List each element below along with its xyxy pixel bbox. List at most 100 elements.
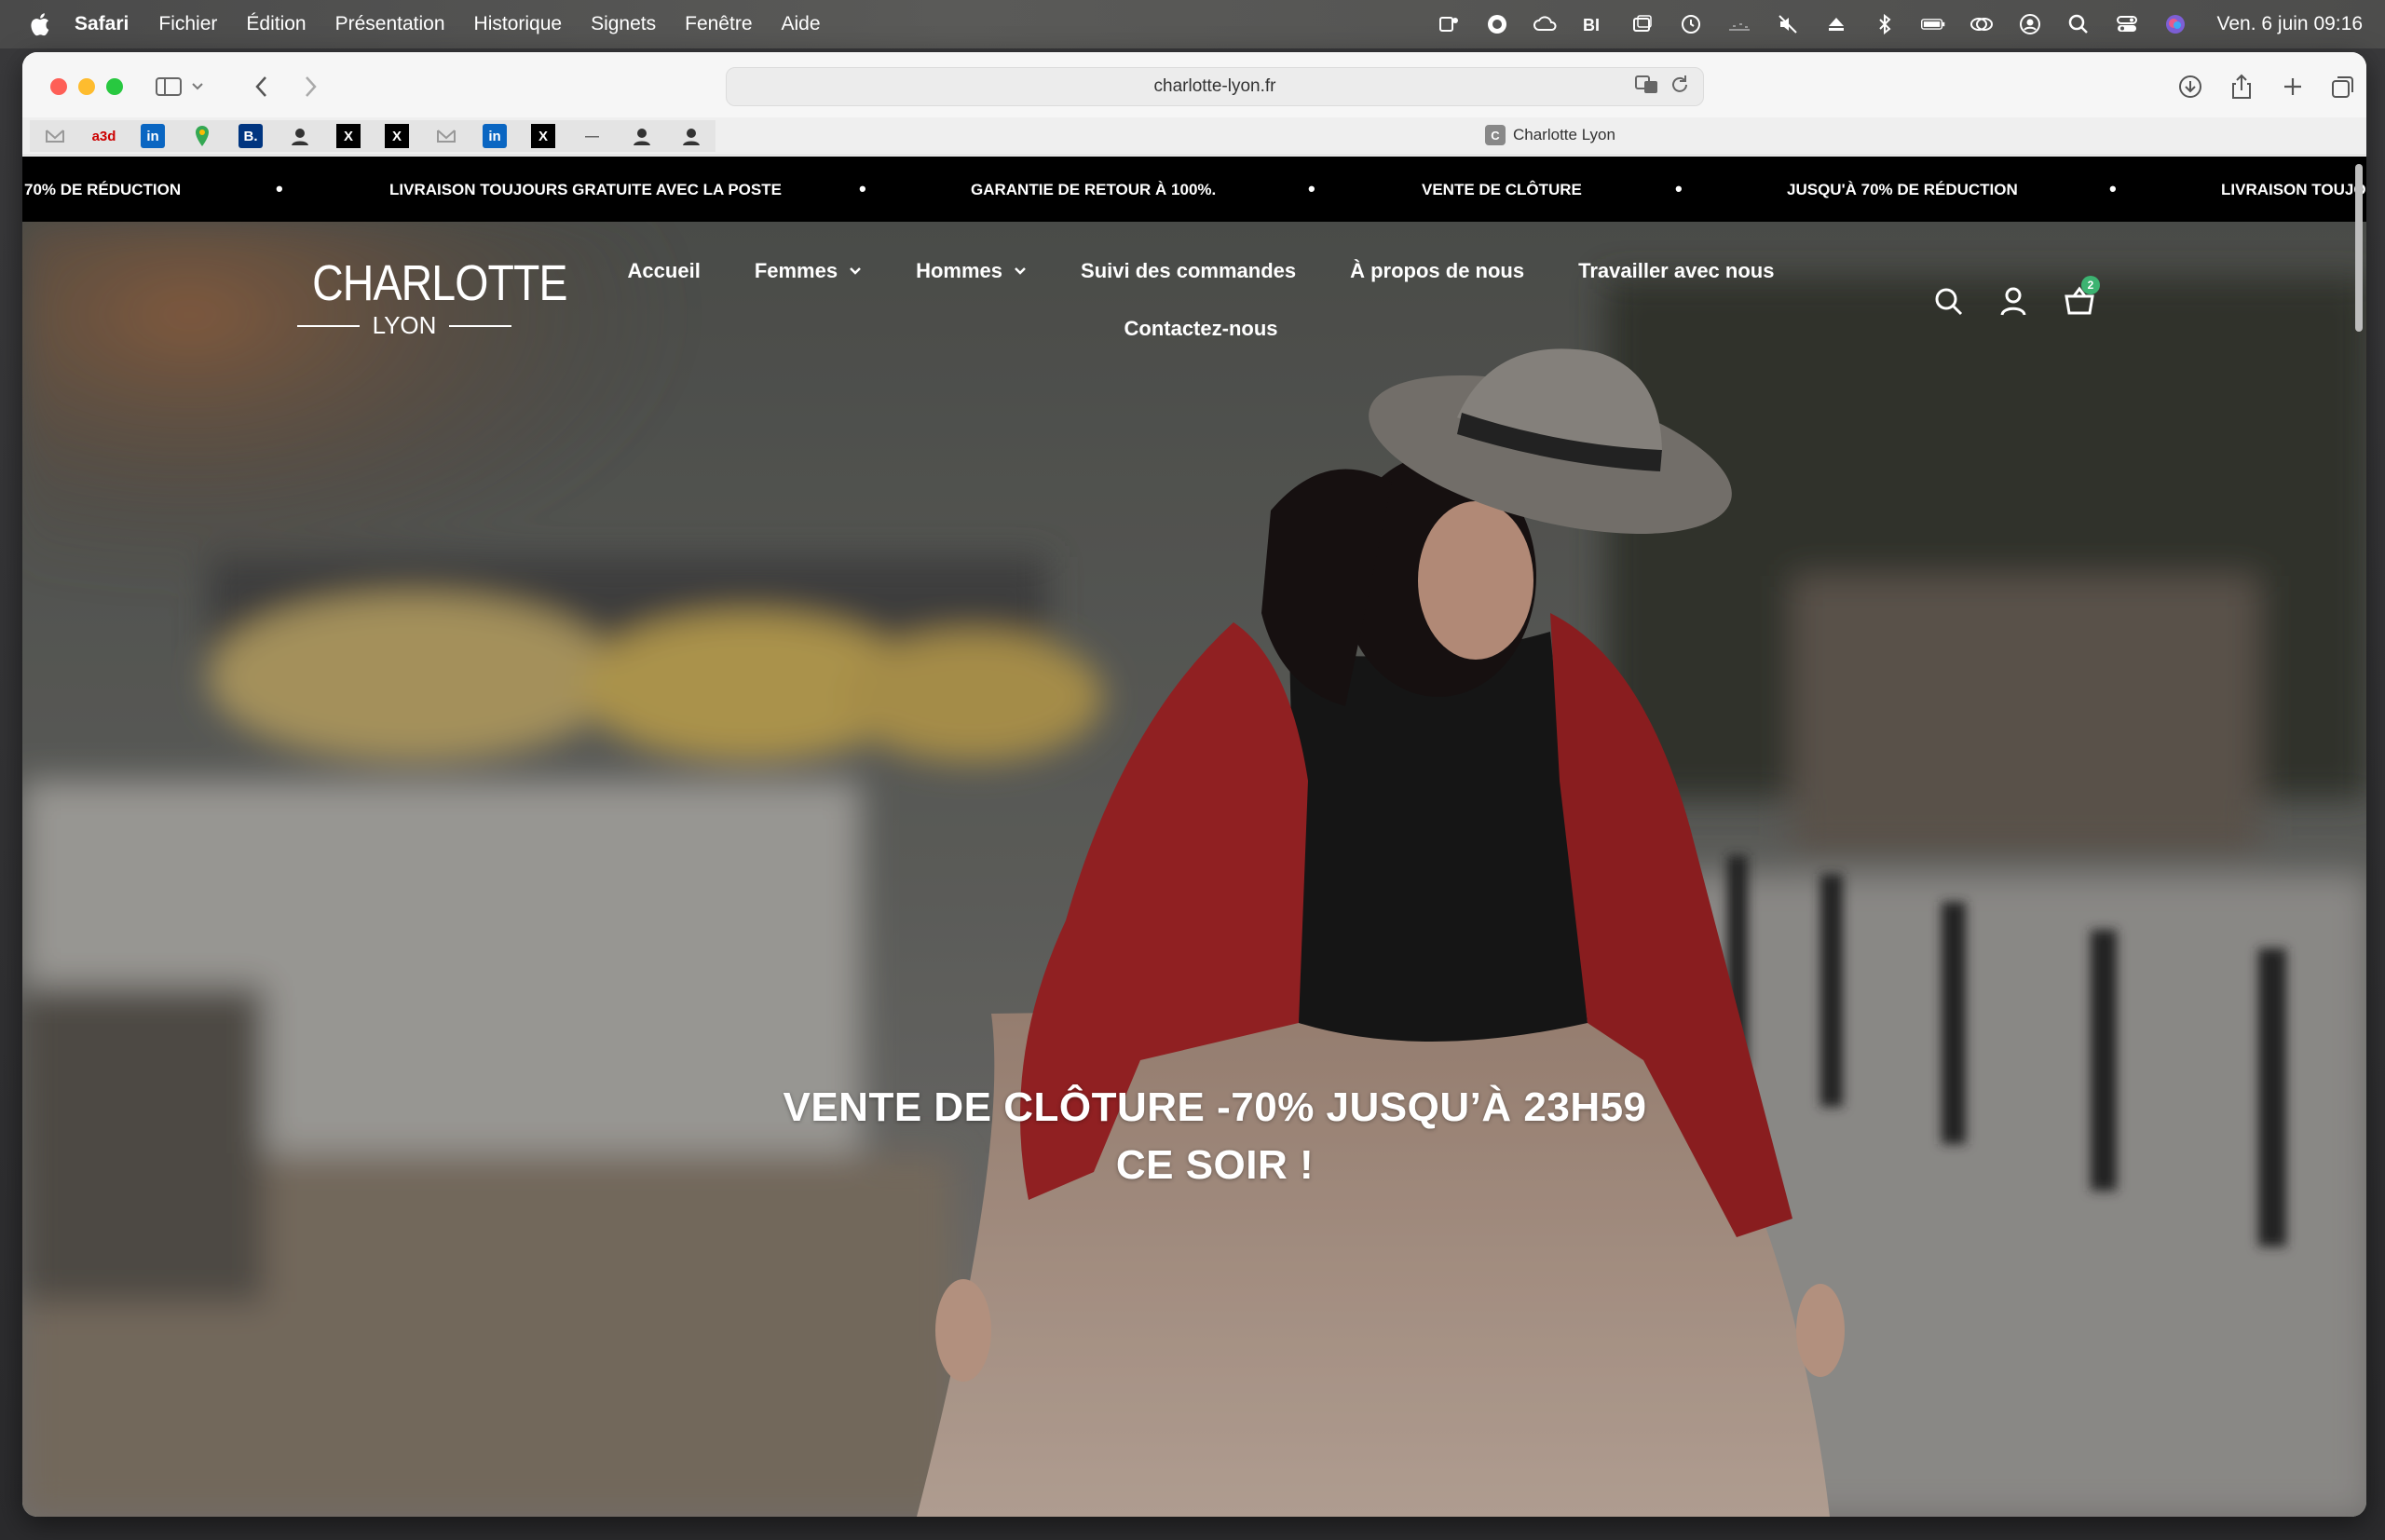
hero-heading-line1: VENTE DE CLÔTURE -70% JUSQU’À 23H59 <box>783 1084 1647 1130</box>
favorite-a3d[interactable]: a3d <box>79 120 129 152</box>
logo-divider-right <box>449 324 511 327</box>
menu-historique[interactable]: Historique <box>474 13 563 35</box>
favorite-x[interactable]: X <box>336 124 361 148</box>
favorite-linkedin-2[interactable]: in <box>483 124 507 148</box>
nav-accueil-label: Accueil <box>627 259 701 282</box>
menu-fichier[interactable]: Fichier <box>158 13 217 35</box>
announcement-bar: 70% DE RÉDUCTION • LIVRAISON TOUJOURS GR… <box>22 157 2366 222</box>
battery-icon[interactable] <box>1920 12 1945 36</box>
favorite-x-3[interactable]: X <box>531 124 555 148</box>
time-machine-icon[interactable] <box>1679 12 1703 36</box>
favorite-booking[interactable]: B. <box>238 124 263 148</box>
siri-icon[interactable] <box>2163 12 2187 36</box>
announcement-item: JUSQU'À 70% DE RÉDUCTION <box>1787 181 2018 198</box>
eject-icon[interactable] <box>1824 12 1848 36</box>
announcement-separator: • <box>2109 177 2117 200</box>
header-actions: 2 <box>1932 276 2100 317</box>
mute-icon[interactable] <box>1776 12 1800 36</box>
logo-main-text: CHARLOTTE <box>312 255 567 311</box>
new-tab-icon[interactable] <box>2277 71 2309 102</box>
menu-fenetre[interactable]: Fenêtre <box>685 13 752 35</box>
control-center-icon[interactable] <box>2115 12 2139 36</box>
page-scrollbar[interactable] <box>2355 164 2363 332</box>
announcement-separator: • <box>1675 177 1683 200</box>
nav-hommes[interactable]: Hommes <box>916 259 1027 283</box>
chevron-down-icon <box>1015 267 1026 275</box>
announcement-item: VENTE DE CLÔTURE <box>1422 181 1582 198</box>
announcement-item: GARANTIE DE RETOUR À 100%. <box>971 181 1217 198</box>
menubar-clock[interactable]: Ven. 6 juin 09:16 <box>2217 13 2363 35</box>
activity-icon[interactable] <box>1727 12 1751 36</box>
announcement-separator: • <box>1308 177 1315 200</box>
window-icon[interactable] <box>1630 12 1655 36</box>
main-navigation: Accueil Femmes Hommes Suivi des commande… <box>581 259 1820 375</box>
status-area: BI Ven. 6 juin 09:16 <box>1437 0 2363 48</box>
chevron-down-icon <box>850 267 861 275</box>
window-close-button[interactable] <box>50 78 67 95</box>
menu-aide[interactable]: Aide <box>782 13 821 35</box>
announcement-item: 70% DE RÉDUCTION <box>24 181 182 198</box>
svg-text:BI: BI <box>1583 16 1600 34</box>
announcement-item: LIVRAISON TOUJOURS <box>2221 181 2366 198</box>
favorite-x-2[interactable]: X <box>385 124 409 148</box>
favorite-profile-2-icon[interactable] <box>617 120 666 152</box>
announcement-item: LIVRAISON TOUJOURS GRATUITE AVEC LA POST… <box>389 181 782 198</box>
app-status-icon[interactable] <box>1485 12 1509 36</box>
safari-window: charlotte-lyon.fr a3d in B. X X in X — C… <box>22 52 2366 1517</box>
hero-heading-line2: CE SOIR ! <box>1115 1142 1315 1188</box>
nav-contact[interactable]: Contactez-nous <box>1124 317 1278 341</box>
favorite-profile-icon[interactable] <box>275 120 324 152</box>
site-logo[interactable]: CHARLOTTE LYON <box>297 255 567 340</box>
favorites-bar: a3d in B. X X in X — C Charlotte Lyon <box>22 117 2366 156</box>
hero-banner: CHARLOTTE LYON Accueil Femmes Hommes Sui… <box>22 222 2366 1517</box>
nav-a-propos-label: À propos de nous <box>1350 259 1525 282</box>
address-bar[interactable]: charlotte-lyon.fr <box>726 67 1704 106</box>
cart-icon[interactable]: 2 <box>2063 276 2100 317</box>
screen-mirroring-icon[interactable] <box>1969 12 1994 36</box>
nav-accueil[interactable]: Accueil <box>628 259 701 283</box>
cloud-sync-icon[interactable] <box>1533 12 1558 36</box>
macos-menu-bar: Safari Fichier Édition Présentation Hist… <box>0 0 2385 48</box>
tab-favicon: C <box>1485 125 1506 145</box>
sidebar-toggle-icon[interactable] <box>153 71 184 102</box>
downloads-icon[interactable] <box>2174 71 2206 102</box>
back-button-icon[interactable] <box>246 71 278 102</box>
tab-overview-icon[interactable] <box>2327 71 2359 102</box>
user-account-icon[interactable] <box>2018 12 2042 36</box>
nav-femmes[interactable]: Femmes <box>755 259 862 283</box>
menu-presentation[interactable]: Présentation <box>335 13 445 35</box>
url-text[interactable]: charlotte-lyon.fr <box>1154 76 1276 97</box>
pinned-tabs: a3d in B. X X in X — <box>30 120 716 152</box>
nav-travailler[interactable]: Travailler avec nous <box>1578 259 1774 283</box>
hero-overlay <box>22 222 2366 1517</box>
nav-suivi-commandes[interactable]: Suivi des commandes <box>1081 259 1296 283</box>
favorite-mail-2-icon[interactable] <box>421 120 470 152</box>
bi-icon[interactable]: BI <box>1582 12 1606 36</box>
reload-icon[interactable] <box>1670 74 1690 102</box>
logo-sub-text: LYON <box>372 311 437 339</box>
app-name-menu[interactable]: Safari <box>75 13 129 35</box>
bluetooth-icon[interactable] <box>1873 12 1897 36</box>
window-minimize-button[interactable] <box>78 78 95 95</box>
apple-menu-icon[interactable] <box>26 11 52 37</box>
account-icon[interactable] <box>1997 285 2029 317</box>
window-zoom-button[interactable] <box>106 78 123 95</box>
spotlight-search-icon[interactable] <box>2066 12 2091 36</box>
favorite-mail-icon[interactable] <box>30 120 79 152</box>
forward-button-icon[interactable] <box>294 71 326 102</box>
favorite-maps-icon[interactable] <box>177 120 226 152</box>
favorite-profile-3-icon[interactable] <box>666 120 716 152</box>
translate-icon[interactable] <box>1634 74 1660 102</box>
active-tab[interactable]: C Charlotte Lyon <box>1485 125 1615 145</box>
tab-title-text: Charlotte Lyon <box>1513 126 1615 143</box>
share-icon[interactable] <box>2226 71 2257 102</box>
teams-icon[interactable] <box>1437 12 1461 36</box>
cart-count-badge: 2 <box>2081 276 2100 294</box>
menu-edition[interactable]: Édition <box>246 13 306 35</box>
favorite-linkedin[interactable]: in <box>141 124 165 148</box>
chevron-down-icon[interactable] <box>188 71 207 102</box>
nav-a-propos[interactable]: À propos de nous <box>1350 259 1524 283</box>
search-icon[interactable] <box>1932 285 1964 317</box>
menu-signets[interactable]: Signets <box>591 13 656 35</box>
favorite-dash[interactable]: — <box>567 120 617 152</box>
